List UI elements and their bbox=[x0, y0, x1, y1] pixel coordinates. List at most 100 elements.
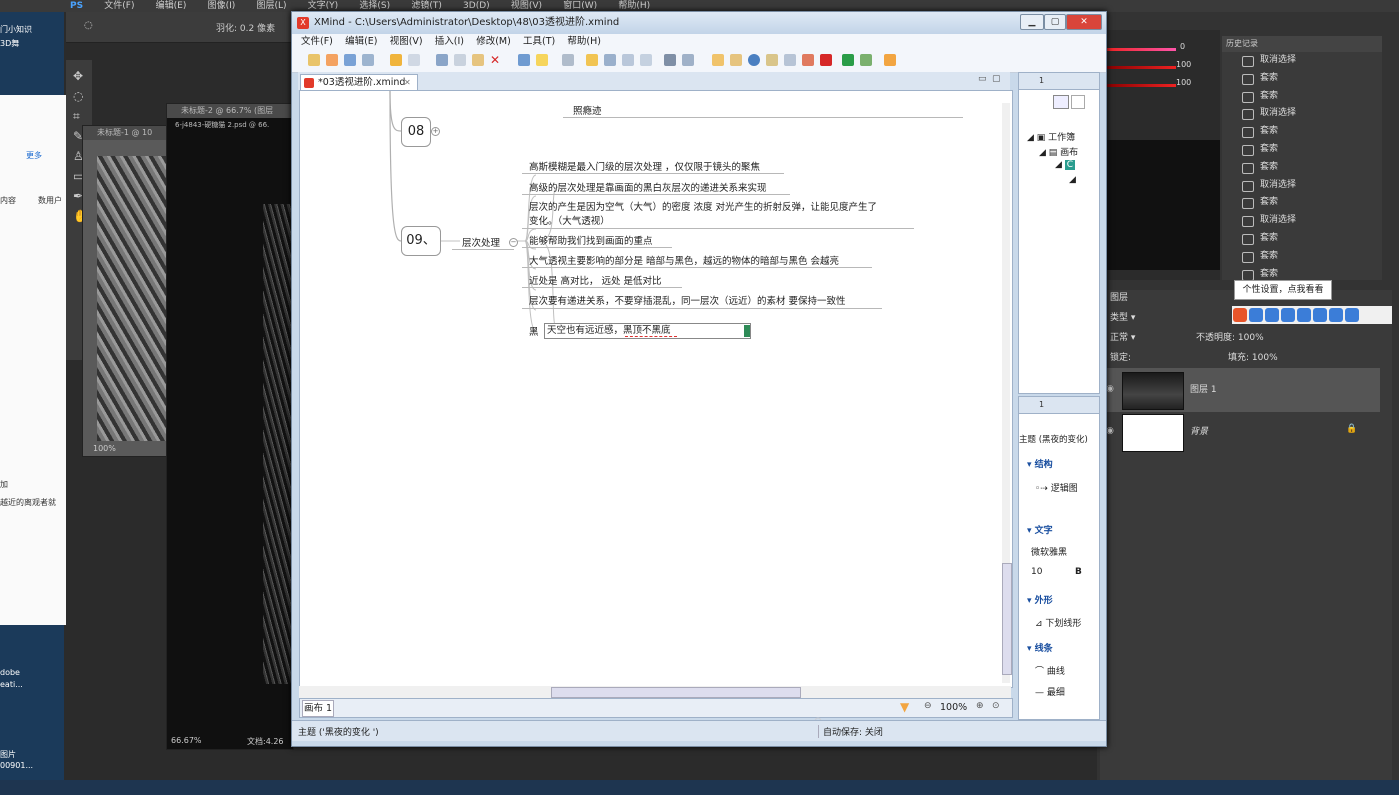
subtopic[interactable]: 近处是 高对比， 远处 是低对比 bbox=[529, 273, 662, 287]
new-icon[interactable] bbox=[308, 54, 320, 66]
topic-prev[interactable]: 照瘾迹 bbox=[573, 103, 602, 117]
subtopic-continued[interactable]: 变化。（大气透视） bbox=[529, 213, 610, 227]
tree-child[interactable]: ◢ bbox=[1069, 175, 1076, 185]
upload-icon[interactable] bbox=[884, 54, 896, 66]
history-item[interactable]: 套索 bbox=[1222, 88, 1382, 106]
desktop-icon-label[interactable]: 00901... bbox=[0, 761, 33, 770]
history-item[interactable]: 套索 bbox=[1222, 70, 1382, 88]
redo-icon[interactable] bbox=[408, 54, 420, 66]
fill-control[interactable]: 填充: 100% bbox=[1228, 350, 1378, 363]
sogou-icon[interactable] bbox=[1233, 308, 1247, 322]
opacity-control[interactable]: 不透明度: 100% bbox=[1196, 330, 1376, 343]
edit-confirm-handle[interactable] bbox=[744, 325, 750, 337]
slider-value[interactable]: 0 bbox=[1180, 42, 1185, 51]
menu-help[interactable]: 帮助(H) bbox=[567, 34, 601, 50]
expand-icon[interactable]: + bbox=[431, 127, 440, 136]
layout-icon[interactable] bbox=[562, 54, 574, 66]
move-tool-icon[interactable]: ✥ bbox=[73, 66, 85, 86]
ime-voice-icon[interactable] bbox=[1297, 308, 1311, 322]
history-item[interactable]: 套索 bbox=[1222, 123, 1382, 141]
crop-tool-icon[interactable]: ⌗ bbox=[73, 106, 85, 126]
fit-icon[interactable]: ⊙ bbox=[992, 701, 1000, 711]
ps-doc-b2-title[interactable]: 6-j4843-硬糖猫 2.psd @ 66. bbox=[167, 120, 269, 132]
paste-icon[interactable] bbox=[472, 54, 484, 66]
outline-tab[interactable]: 1 bbox=[1039, 76, 1044, 85]
line-width-value[interactable]: — 最细 bbox=[1035, 685, 1065, 698]
summary-icon[interactable] bbox=[622, 54, 634, 66]
section-structure[interactable]: ▾ 结构 bbox=[1027, 457, 1053, 470]
outline-view-icon[interactable] bbox=[1053, 95, 1069, 109]
properties-tab[interactable]: 1 bbox=[1039, 400, 1044, 409]
ime-punct-icon[interactable] bbox=[1265, 308, 1279, 322]
subtopic-editing-prefix[interactable]: 黑 bbox=[529, 324, 539, 338]
desktop-icon-label[interactable]: dobe bbox=[0, 668, 20, 677]
tab-close-icon[interactable]: ✕ bbox=[404, 75, 411, 91]
drill-up-icon[interactable] bbox=[860, 54, 872, 66]
collapse-icon[interactable]: − bbox=[509, 238, 518, 247]
copy-icon[interactable] bbox=[454, 54, 466, 66]
more-link[interactable]: 更多 bbox=[26, 150, 42, 161]
history-item[interactable]: 套索 bbox=[1222, 194, 1382, 212]
layer-row[interactable]: ◉ 背景 🔒 bbox=[1100, 410, 1380, 454]
topic-icon[interactable] bbox=[518, 54, 530, 66]
save-icon[interactable] bbox=[344, 54, 356, 66]
shape-value[interactable]: ⊿ 下划线形 bbox=[1035, 616, 1081, 629]
bold-toggle[interactable]: B bbox=[1075, 567, 1082, 577]
menu-modify[interactable]: 修改(M) bbox=[476, 34, 511, 50]
history-item[interactable]: 取消选择 bbox=[1222, 177, 1382, 195]
topic-09[interactable]: 09、 bbox=[401, 226, 441, 256]
menu-edit[interactable]: 编辑(E) bbox=[345, 34, 377, 50]
menu-view[interactable]: 视图(V) bbox=[390, 34, 423, 50]
marker-icon[interactable] bbox=[712, 54, 724, 66]
topic-08[interactable]: 08 bbox=[401, 117, 431, 147]
ps-menu-file[interactable]: 文件(F) bbox=[104, 0, 134, 12]
subtopic[interactable]: 层次的产生是因为空气（大气）的密度 浓度 对光产生的折射反弹，让能见度产生了 bbox=[529, 199, 877, 213]
idea-icon[interactable] bbox=[536, 54, 548, 66]
xmind-titlebar[interactable]: X XMind - C:\Users\Administrator\Desktop… bbox=[292, 12, 1106, 34]
note-icon[interactable] bbox=[730, 54, 742, 66]
ps-menu-layer[interactable]: 图层(L) bbox=[256, 0, 286, 12]
open-icon[interactable] bbox=[326, 54, 338, 66]
cut-icon[interactable] bbox=[436, 54, 448, 66]
subtopic[interactable]: 大气透视主要影响的部分是 暗部与黑色，越远的物体的暗部与黑色 会越亮 bbox=[529, 253, 839, 267]
history-item[interactable]: 套索 bbox=[1222, 141, 1382, 159]
drill-down-icon[interactable] bbox=[842, 54, 854, 66]
slider-value[interactable]: 100 bbox=[1176, 60, 1191, 69]
subtopic[interactable]: 高级的层次处理是靠画面的黑白灰层次的递进关系来实现 bbox=[529, 180, 767, 194]
history-item[interactable]: 套索 bbox=[1222, 159, 1382, 177]
subtopic[interactable]: 能够帮助我们找到画面的重点 bbox=[529, 233, 653, 247]
section-line[interactable]: ▾ 线条 bbox=[1027, 641, 1053, 654]
nav-item[interactable]: 数用户 bbox=[38, 195, 62, 206]
image-icon[interactable] bbox=[682, 54, 694, 66]
tree-central-topic[interactable]: ◢ C bbox=[1055, 160, 1076, 170]
topic-edit-field[interactable]: 天空也有远近感，黑顶不黑底 bbox=[544, 323, 751, 339]
menu-file[interactable]: 文件(F) bbox=[301, 34, 333, 50]
section-shape[interactable]: ▾ 外形 bbox=[1027, 593, 1053, 606]
ime-tools-icon[interactable] bbox=[1345, 308, 1359, 322]
minimize-button[interactable]: ▁ bbox=[1020, 14, 1044, 30]
desktop-icon-label[interactable]: 门小知识 bbox=[0, 24, 32, 35]
lasso-icon[interactable]: ◌ bbox=[84, 20, 93, 31]
ime-emoji-icon[interactable] bbox=[1281, 308, 1295, 322]
list-icon[interactable] bbox=[784, 54, 796, 66]
ime-mode-icon[interactable] bbox=[1249, 308, 1263, 322]
history-item[interactable]: 取消选择 bbox=[1222, 212, 1382, 230]
tab-minimize-icon[interactable]: ▭ bbox=[978, 74, 987, 84]
callout-icon[interactable] bbox=[604, 54, 616, 66]
ps-doc-a-title[interactable]: 未标题-1 @ 10 bbox=[83, 126, 171, 140]
subtopic-icon[interactable] bbox=[586, 54, 598, 66]
structure-value[interactable]: ◦⇢ 逻辑图 bbox=[1035, 481, 1078, 494]
boundary-icon[interactable] bbox=[640, 54, 652, 66]
desktop-icon-label[interactable]: 3D舞 bbox=[0, 38, 19, 49]
canvas-horizontal-scrollbar[interactable] bbox=[299, 686, 1011, 698]
maximize-button[interactable]: ▢ bbox=[1044, 14, 1066, 30]
eye-icon[interactable]: ◉ bbox=[1106, 384, 1114, 394]
subtopic[interactable]: 层次要有递进关系，不要穿插混乱，同一层次（远近）的素材 要保持一致性 bbox=[529, 293, 846, 307]
ps-menu-image[interactable]: 图像(I) bbox=[208, 0, 236, 12]
zoom-out-icon[interactable]: ⊖ bbox=[924, 701, 932, 711]
menu-tools[interactable]: 工具(T) bbox=[523, 34, 555, 50]
canvas-vertical-scrollbar[interactable] bbox=[1002, 103, 1012, 683]
close-button[interactable]: ✕ bbox=[1066, 14, 1102, 30]
history-item[interactable]: 套索 bbox=[1222, 248, 1382, 266]
history-item[interactable]: 套索 bbox=[1222, 230, 1382, 248]
